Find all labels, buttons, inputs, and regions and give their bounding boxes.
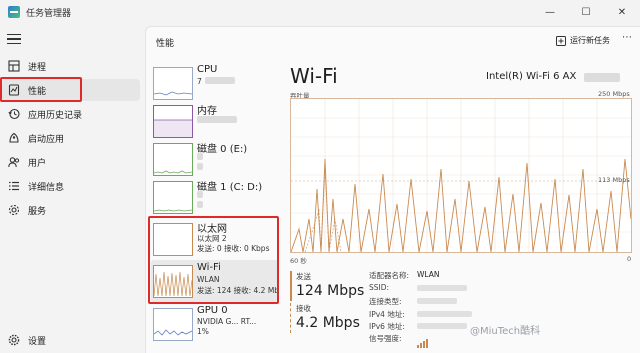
redacted-value bbox=[197, 153, 203, 160]
sidebar-item-startup-apps[interactable]: 启动应用 bbox=[2, 127, 140, 149]
sidebar-item-settings[interactable]: 设置 bbox=[2, 329, 140, 351]
time-window-label: 60 秒 bbox=[290, 257, 307, 265]
redacted-value bbox=[417, 285, 467, 291]
device-name: 磁盘 0 (E:) bbox=[197, 144, 248, 155]
device-item-memory[interactable]: 内存 bbox=[151, 100, 279, 142]
minimize-button[interactable]: — bbox=[532, 0, 568, 24]
watermark: @MiuTech酷科 bbox=[470, 326, 541, 337]
device-name: Wi-Fi bbox=[197, 262, 221, 273]
prop-adapter-name-value: WLAN bbox=[417, 270, 440, 279]
disk-0-sparkline bbox=[153, 143, 193, 176]
maximize-button[interactable]: ☐ bbox=[568, 0, 604, 24]
receive-label: 接收 bbox=[296, 304, 311, 313]
sidebar-item-label: 性能 bbox=[28, 86, 47, 97]
redacted-value bbox=[417, 311, 472, 317]
sidebar: 进程 性能 应用历史记录 启动应用 用户 详细信息 服务 设置 bbox=[0, 24, 142, 353]
services-icon bbox=[7, 203, 21, 217]
prop-ssid-label: SSID: bbox=[369, 283, 390, 292]
redacted-value bbox=[197, 163, 203, 170]
cpu-sparkline bbox=[153, 67, 193, 100]
sidebar-item-label: 用户 bbox=[28, 158, 47, 169]
device-item-disk-1[interactable]: 磁盘 1 (C: D:) bbox=[151, 176, 279, 218]
prop-connection-type-label: 连接类型: bbox=[369, 297, 402, 306]
sidebar-item-label: 启动应用 bbox=[28, 134, 65, 145]
device-name: 内存 bbox=[197, 106, 217, 117]
redacted-value bbox=[584, 73, 620, 82]
sidebar-item-performance[interactable]: 性能 bbox=[2, 79, 140, 101]
device-sub1: WLAN bbox=[197, 275, 220, 284]
sidebar-item-label: 服务 bbox=[28, 206, 47, 217]
users-icon bbox=[7, 155, 21, 169]
ethernet-sparkline bbox=[153, 223, 193, 256]
device-sub1: NVIDIA G... RT... bbox=[197, 317, 257, 326]
send-label: 发送 bbox=[296, 272, 311, 281]
memory-sparkline bbox=[153, 105, 193, 138]
details-icon bbox=[7, 179, 21, 193]
redacted-value bbox=[197, 201, 203, 208]
send-value: 124 Mbps bbox=[296, 283, 365, 299]
sidebar-item-app-history[interactable]: 应用历史记录 bbox=[2, 103, 140, 125]
processes-icon bbox=[7, 59, 21, 73]
signal-strength-icon bbox=[417, 333, 429, 352]
device-sub2: 发送: 124 接收: 4.2 Mb bbox=[197, 286, 279, 295]
prop-ipv4-label: IPv4 地址: bbox=[369, 310, 405, 319]
sidebar-item-services[interactable]: 服务 bbox=[2, 199, 140, 221]
throughput-chart bbox=[290, 98, 632, 253]
gpu-sparkline bbox=[153, 308, 193, 341]
device-sub2: 发送: 0 接收: 0 Kbps bbox=[197, 244, 270, 253]
disk-1-sparkline bbox=[153, 181, 193, 214]
task-manager-icon bbox=[8, 6, 20, 18]
title-bar: 任务管理器 — ☐ ✕ bbox=[0, 0, 640, 24]
device-name: GPU 0 bbox=[197, 305, 228, 316]
run-new-task-label: 运行新任务 bbox=[570, 36, 610, 45]
device-item-wifi[interactable]: Wi-Fi WLAN 发送: 124 接收: 4.2 Mb bbox=[151, 260, 279, 302]
sidebar-item-processes[interactable]: 进程 bbox=[2, 55, 140, 77]
prop-ipv6-label: IPv6 地址: bbox=[369, 322, 405, 331]
performance-icon bbox=[7, 83, 21, 97]
detail-title: Wi-Fi bbox=[290, 64, 338, 88]
sidebar-item-users[interactable]: 用户 bbox=[2, 151, 140, 173]
device-sub2: 1% bbox=[197, 327, 209, 336]
hamburger-menu-icon[interactable] bbox=[7, 34, 21, 46]
close-button[interactable]: ✕ bbox=[604, 0, 640, 24]
run-new-task-button[interactable]: 运行新任务 bbox=[556, 35, 610, 46]
gear-icon bbox=[7, 333, 21, 347]
max-throughput-label: 250 Mbps bbox=[598, 90, 630, 98]
redacted-value bbox=[205, 77, 235, 84]
prop-signal-label: 信号强度: bbox=[369, 334, 402, 343]
sidebar-item-label: 进程 bbox=[28, 62, 47, 73]
sidebar-item-label: 详细信息 bbox=[28, 182, 65, 193]
mid-throughput-label: 113 Mbps bbox=[598, 176, 630, 184]
run-task-icon bbox=[556, 35, 566, 46]
redacted-value bbox=[197, 116, 237, 123]
receive-value: 4.2 Mbps bbox=[296, 315, 360, 331]
sidebar-item-details[interactable]: 详细信息 bbox=[2, 175, 140, 197]
device-name: 磁盘 1 (C: D:) bbox=[197, 182, 263, 193]
device-item-cpu[interactable]: CPU 7 bbox=[151, 62, 279, 104]
startup-icon bbox=[7, 131, 21, 145]
history-icon bbox=[7, 107, 21, 121]
sidebar-item-label: 设置 bbox=[28, 336, 47, 347]
window-controls: — ☐ ✕ bbox=[532, 0, 640, 24]
redacted-value bbox=[417, 298, 457, 304]
device-name: CPU bbox=[197, 64, 218, 75]
device-item-ethernet[interactable]: 以太网 以太网 2 发送: 0 接收: 0 Kbps bbox=[151, 218, 279, 260]
adapter-name: Intel(R) Wi-Fi 6 AX bbox=[486, 71, 577, 82]
device-list: CPU 7 内存 磁盘 0 (E:) 磁盘 1 (C: D:) 以太网 以太网 … bbox=[151, 62, 279, 353]
device-item-gpu[interactable]: GPU 0 NVIDIA G... RT... 1% bbox=[151, 303, 279, 345]
receive-indicator bbox=[290, 303, 292, 333]
page-title: 性能 bbox=[156, 39, 175, 49]
redacted-value bbox=[197, 191, 203, 198]
window-title: 任务管理器 bbox=[26, 8, 72, 19]
more-options-button[interactable]: ⋯ bbox=[622, 32, 632, 43]
zero-label: 0 bbox=[627, 255, 632, 263]
prop-adapter-name-label: 适配器名称: bbox=[369, 271, 410, 280]
send-indicator bbox=[290, 271, 292, 301]
device-sub1: 7 bbox=[197, 77, 202, 86]
wifi-sparkline bbox=[153, 265, 193, 298]
sidebar-item-label: 应用历史记录 bbox=[28, 110, 83, 121]
redacted-value bbox=[417, 323, 467, 329]
device-item-disk-0[interactable]: 磁盘 0 (E:) bbox=[151, 138, 279, 180]
